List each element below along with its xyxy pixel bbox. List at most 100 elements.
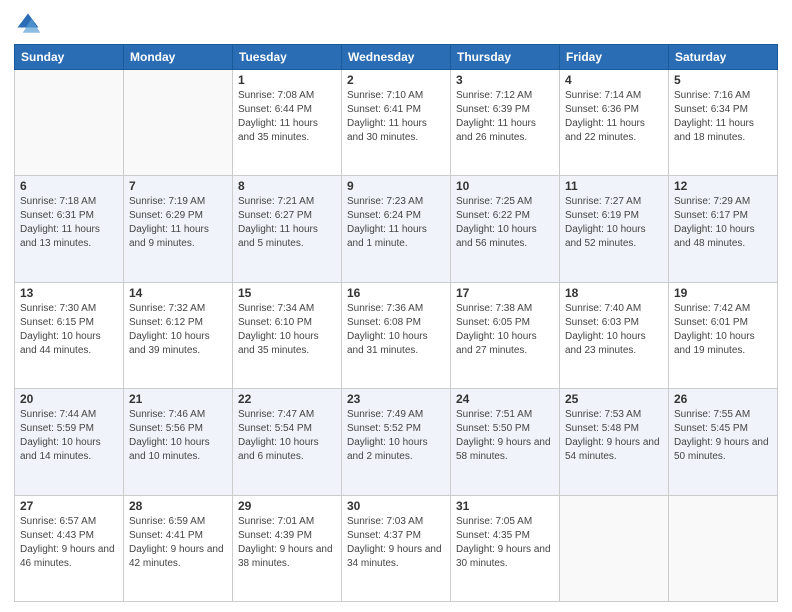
- calendar-week-4: 20Sunrise: 7:44 AM Sunset: 5:59 PM Dayli…: [15, 389, 778, 495]
- day-info: Sunrise: 7:08 AM Sunset: 6:44 PM Dayligh…: [238, 89, 336, 145]
- day-info: Sunrise: 7:19 AM Sunset: 6:29 PM Dayligh…: [129, 195, 227, 251]
- header: [14, 10, 778, 38]
- calendar-cell: 10Sunrise: 7:25 AM Sunset: 6:22 PM Dayli…: [451, 176, 560, 282]
- day-header-sunday: Sunday: [15, 45, 124, 70]
- calendar-cell: 1 Sunrise: 7:08 AM Sunset: 6:44 PM Daylig…: [233, 70, 342, 176]
- day-number: 1: [238, 73, 336, 87]
- day-info: Sunrise: 7:34 AM Sunset: 6:10 PM Dayligh…: [238, 302, 336, 358]
- day-info: Sunrise: 7:46 AM Sunset: 5:56 PM Dayligh…: [129, 408, 227, 464]
- page: SundayMondayTuesdayWednesdayThursdayFrid…: [0, 0, 792, 612]
- calendar-week-1: 1 Sunrise: 7:08 AM Sunset: 6:44 PM Daylig…: [15, 70, 778, 176]
- day-header-wednesday: Wednesday: [342, 45, 451, 70]
- day-number: 24: [456, 392, 554, 406]
- day-number: 14: [129, 286, 227, 300]
- day-number: 16: [347, 286, 445, 300]
- day-info: Sunrise: 7:49 AM Sunset: 5:52 PM Dayligh…: [347, 408, 445, 464]
- calendar-cell: 27 Sunrise: 6:57 AM Sunset: 4:43 PM Dayli…: [15, 495, 124, 601]
- calendar-cell: 28 Sunrise: 6:59 AM Sunset: 4:41 PM Dayli…: [124, 495, 233, 601]
- day-info: Sunrise: 7:38 AM Sunset: 6:05 PM Dayligh…: [456, 302, 554, 358]
- calendar-cell: 24 Sunrise: 7:51 AM Sunset: 5:50 PM Dayli…: [451, 389, 560, 495]
- day-info: Sunrise: 7:29 AM Sunset: 6:17 PM Dayligh…: [674, 195, 772, 251]
- day-info: Sunrise: 7:12 AM Sunset: 6:39 PM Dayligh…: [456, 89, 554, 145]
- calendar-cell: 26Sunrise: 7:55 AM Sunset: 5:45 PM Dayli…: [669, 389, 778, 495]
- day-number: 21: [129, 392, 227, 406]
- calendar-cell: 21 Sunrise: 7:46 AM Sunset: 5:56 PM Dayli…: [124, 389, 233, 495]
- day-number: 17: [456, 286, 554, 300]
- day-info: Sunrise: 7:23 AM Sunset: 6:24 PM Dayligh…: [347, 195, 445, 251]
- logo-icon: [14, 10, 42, 38]
- day-info: Sunrise: 7:05 AM Sunset: 4:35 PM Dayligh…: [456, 515, 554, 571]
- day-info: Sunrise: 7:25 AM Sunset: 6:22 PM Dayligh…: [456, 195, 554, 251]
- day-info: Sunrise: 6:57 AM Sunset: 4:43 PM Dayligh…: [20, 515, 118, 571]
- calendar-cell: 22 Sunrise: 7:47 AM Sunset: 5:54 PM Dayli…: [233, 389, 342, 495]
- calendar-cell: 17 Sunrise: 7:38 AM Sunset: 6:05 PM Dayli…: [451, 282, 560, 388]
- calendar-cell: 8 Sunrise: 7:21 AM Sunset: 6:27 PM Daylig…: [233, 176, 342, 282]
- day-info: Sunrise: 7:10 AM Sunset: 6:41 PM Dayligh…: [347, 89, 445, 145]
- calendar-cell: [560, 495, 669, 601]
- calendar-cell: [124, 70, 233, 176]
- day-info: Sunrise: 7:32 AM Sunset: 6:12 PM Dayligh…: [129, 302, 227, 358]
- day-number: 19: [674, 286, 772, 300]
- day-number: 18: [565, 286, 663, 300]
- day-number: 6: [20, 179, 118, 193]
- day-info: Sunrise: 7:51 AM Sunset: 5:50 PM Dayligh…: [456, 408, 554, 464]
- calendar-cell: 9 Sunrise: 7:23 AM Sunset: 6:24 PM Daylig…: [342, 176, 451, 282]
- calendar-cell: 12Sunrise: 7:29 AM Sunset: 6:17 PM Dayli…: [669, 176, 778, 282]
- day-info: Sunrise: 7:53 AM Sunset: 5:48 PM Dayligh…: [565, 408, 663, 464]
- day-number: 27: [20, 499, 118, 513]
- day-number: 26: [674, 392, 772, 406]
- day-number: 29: [238, 499, 336, 513]
- day-header-thursday: Thursday: [451, 45, 560, 70]
- day-info: Sunrise: 7:27 AM Sunset: 6:19 PM Dayligh…: [565, 195, 663, 251]
- calendar-week-5: 27 Sunrise: 6:57 AM Sunset: 4:43 PM Dayli…: [15, 495, 778, 601]
- day-number: 7: [129, 179, 227, 193]
- calendar-cell: 15 Sunrise: 7:34 AM Sunset: 6:10 PM Dayli…: [233, 282, 342, 388]
- calendar-header: SundayMondayTuesdayWednesdayThursdayFrid…: [15, 45, 778, 70]
- calendar-cell: 18 Sunrise: 7:40 AM Sunset: 6:03 PM Dayli…: [560, 282, 669, 388]
- calendar-cell: 2 Sunrise: 7:10 AM Sunset: 6:41 PM Daylig…: [342, 70, 451, 176]
- day-info: Sunrise: 7:47 AM Sunset: 5:54 PM Dayligh…: [238, 408, 336, 464]
- day-info: Sunrise: 7:40 AM Sunset: 6:03 PM Dayligh…: [565, 302, 663, 358]
- calendar-cell: 6 Sunrise: 7:18 AM Sunset: 6:31 PM Daylig…: [15, 176, 124, 282]
- calendar-cell: 29Sunrise: 7:01 AM Sunset: 4:39 PM Dayli…: [233, 495, 342, 601]
- calendar-cell: 14 Sunrise: 7:32 AM Sunset: 6:12 PM Dayli…: [124, 282, 233, 388]
- calendar: SundayMondayTuesdayWednesdayThursdayFrid…: [14, 44, 778, 602]
- calendar-cell: 16 Sunrise: 7:36 AM Sunset: 6:08 PM Dayli…: [342, 282, 451, 388]
- calendar-cell: 4 Sunrise: 7:14 AM Sunset: 6:36 PM Daylig…: [560, 70, 669, 176]
- day-number: 4: [565, 73, 663, 87]
- day-number: 3: [456, 73, 554, 87]
- day-info: Sunrise: 7:42 AM Sunset: 6:01 PM Dayligh…: [674, 302, 772, 358]
- day-number: 20: [20, 392, 118, 406]
- day-number: 25: [565, 392, 663, 406]
- calendar-cell: 3 Sunrise: 7:12 AM Sunset: 6:39 PM Daylig…: [451, 70, 560, 176]
- day-number: 2: [347, 73, 445, 87]
- day-header-friday: Friday: [560, 45, 669, 70]
- day-info: Sunrise: 7:14 AM Sunset: 6:36 PM Dayligh…: [565, 89, 663, 145]
- day-info: Sunrise: 7:16 AM Sunset: 6:34 PM Dayligh…: [674, 89, 772, 145]
- calendar-cell: 5 Sunrise: 7:16 AM Sunset: 6:34 PM Daylig…: [669, 70, 778, 176]
- day-number: 31: [456, 499, 554, 513]
- calendar-cell: 25 Sunrise: 7:53 AM Sunset: 5:48 PM Dayli…: [560, 389, 669, 495]
- day-info: Sunrise: 6:59 AM Sunset: 4:41 PM Dayligh…: [129, 515, 227, 571]
- day-number: 9: [347, 179, 445, 193]
- day-number: 28: [129, 499, 227, 513]
- day-info: Sunrise: 7:30 AM Sunset: 6:15 PM Dayligh…: [20, 302, 118, 358]
- day-number: 22: [238, 392, 336, 406]
- day-number: 11: [565, 179, 663, 193]
- day-header-saturday: Saturday: [669, 45, 778, 70]
- day-info: Sunrise: 7:36 AM Sunset: 6:08 PM Dayligh…: [347, 302, 445, 358]
- day-number: 15: [238, 286, 336, 300]
- calendar-cell: [15, 70, 124, 176]
- day-info: Sunrise: 7:18 AM Sunset: 6:31 PM Dayligh…: [20, 195, 118, 251]
- calendar-cell: 11 Sunrise: 7:27 AM Sunset: 6:19 PM Dayli…: [560, 176, 669, 282]
- calendar-cell: 19 Sunrise: 7:42 AM Sunset: 6:01 PM Dayli…: [669, 282, 778, 388]
- day-number: 5: [674, 73, 772, 87]
- day-info: Sunrise: 7:03 AM Sunset: 4:37 PM Dayligh…: [347, 515, 445, 571]
- calendar-week-2: 6 Sunrise: 7:18 AM Sunset: 6:31 PM Daylig…: [15, 176, 778, 282]
- calendar-cell: 31 Sunrise: 7:05 AM Sunset: 4:35 PM Dayli…: [451, 495, 560, 601]
- day-header-monday: Monday: [124, 45, 233, 70]
- day-header-row: SundayMondayTuesdayWednesdayThursdayFrid…: [15, 45, 778, 70]
- day-number: 30: [347, 499, 445, 513]
- day-number: 8: [238, 179, 336, 193]
- day-info: Sunrise: 7:21 AM Sunset: 6:27 PM Dayligh…: [238, 195, 336, 251]
